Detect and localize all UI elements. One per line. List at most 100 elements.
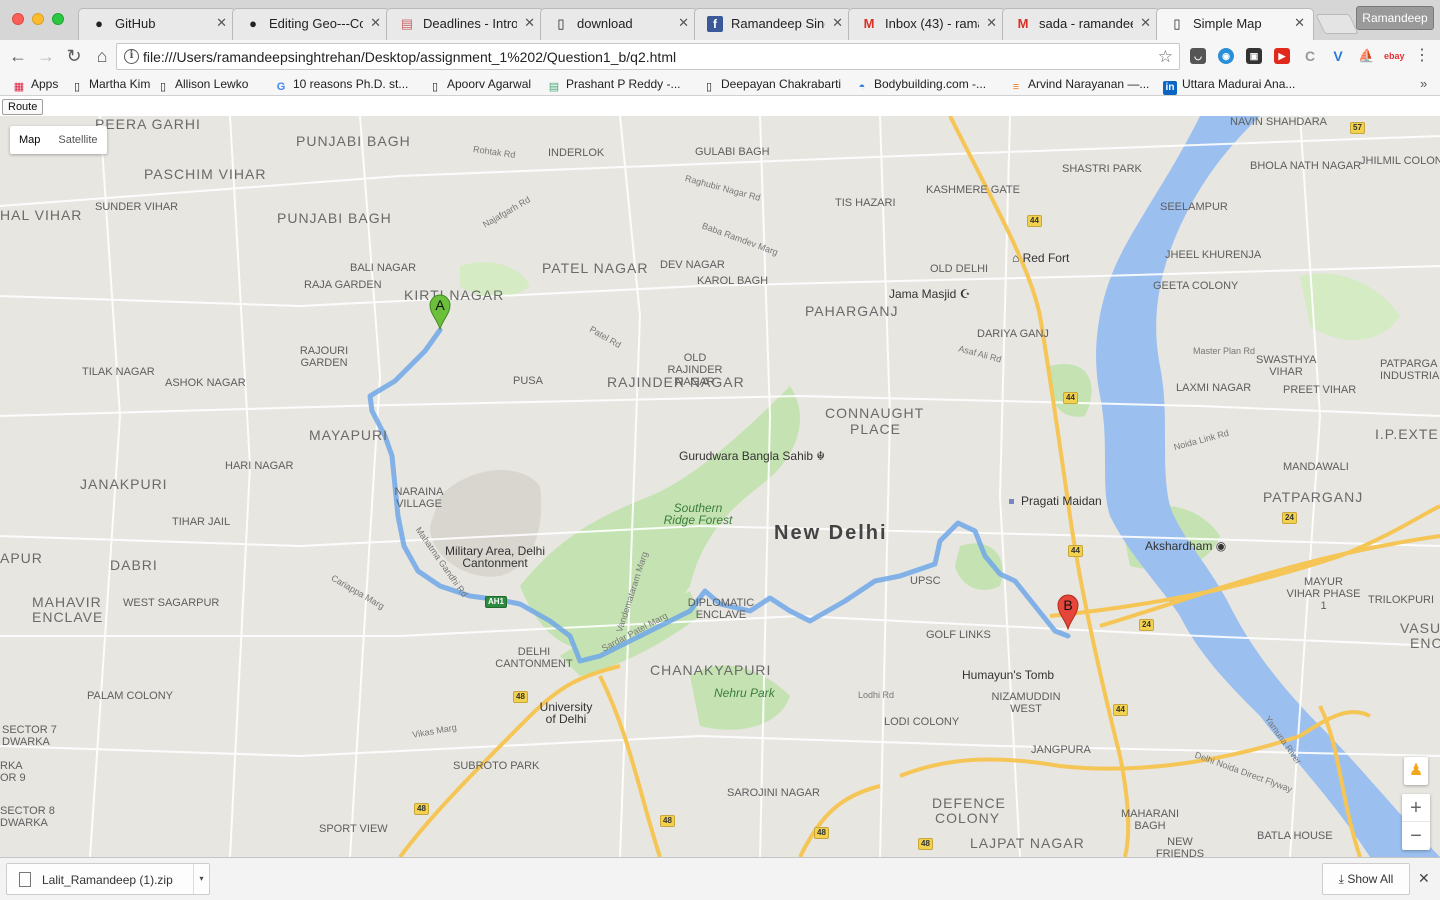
highway-shield: 44 [1113,704,1128,716]
poi-red-fort[interactable]: ⌂ Red Fort [1012,252,1069,264]
zoom-control: + − [1402,794,1430,850]
area-label: OLD DELHI [930,263,989,275]
new-tab-button[interactable] [1315,14,1359,34]
tab-editing-geo[interactable]: ● Editing Geo---Co ✕ [232,8,390,40]
ebay-icon[interactable]: ebay [1384,48,1405,64]
area-label: RAJA GARDEN [304,279,382,291]
extension-v-icon[interactable]: V [1330,48,1346,64]
bookmark-bodybuilding[interactable]: ◓ Bodybuilding.com -... [855,76,986,93]
bookmark-star-icon[interactable]: ☆ [1158,47,1173,67]
area-label: GOLF LINKS [926,629,991,641]
bookmark-prashant[interactable]: ▤ Prashant P Reddy -... [547,76,681,93]
poi-jama-masjid[interactable]: Jama Masjid ☪ [889,288,970,300]
forward-button[interactable]: → [34,44,58,68]
bookmark-apoorv[interactable]: ▯ Apoorv Agarwal [428,76,531,93]
area-label: JHILMIL COLON [1360,155,1440,167]
pocket-icon[interactable]: ◡ [1190,48,1206,64]
tab-sada[interactable]: M sada - ramandeep ✕ [1002,8,1160,40]
park-label: Nehru Park [714,686,775,700]
route-end-marker[interactable]: B [1057,594,1079,631]
url-input[interactable] [143,47,1143,67]
address-bar[interactable]: i ☆ [116,43,1180,70]
profile-button[interactable]: Ramandeep [1356,6,1434,30]
area-label: LAXMI NAGAR [1176,382,1252,394]
area-label: PLACE [850,421,901,437]
download-item[interactable]: Lalit_Ramandeep (1).zip ▾ [6,863,210,895]
tab-title: Deadlines - Introd [423,16,517,31]
maximize-window-button[interactable] [52,13,64,25]
home-button[interactable]: ⌂ [90,44,114,68]
show-all-downloads-button[interactable]: ⤓ Show All [1322,863,1410,895]
poi-gurudwara[interactable]: Gurudwara Bangla Sahib ☬ [679,450,825,462]
poi-humayuns-tomb[interactable]: Humayun's Tomb [962,669,1054,681]
bookmark-apps[interactable]: ▦ Apps [12,76,59,93]
bookmark-martha-kim[interactable]: ▯ Martha Kim [70,76,150,93]
extension-video-icon[interactable]: ▶ [1274,48,1290,64]
poi-pragati-maidan[interactable]: Pragati Maidan [1021,495,1102,507]
street-view-pegman-icon[interactable]: ♟ [1404,757,1428,785]
close-icon[interactable]: ✕ [1294,15,1305,31]
extension-camera-icon[interactable]: ▣ [1246,48,1262,64]
extension-refresh-icon[interactable]: C [1302,48,1318,64]
poi-akshardham[interactable]: Akshardham ◉ [1145,540,1226,552]
back-button[interactable]: ← [6,44,30,68]
gmail-icon: M [1017,16,1029,31]
download-arrow-icon: ⤓ [1338,872,1344,886]
area-label: HARI NAGAR [225,460,294,472]
tab-facebook[interactable]: f Ramandeep Singh ✕ [694,8,852,40]
close-icon[interactable]: ✕ [370,15,381,31]
tab-inbox[interactable]: M Inbox (43) - rama ✕ [848,8,1006,40]
poi-label: Jama Masjid [889,287,957,301]
poi-military-area[interactable]: Military Area, Delhi Cantonment [440,545,550,569]
menu-icon[interactable]: ⋮ [1414,46,1430,66]
info-icon[interactable]: i [124,49,139,64]
extension-boat-icon[interactable]: ⛵ [1358,48,1374,64]
area-label: OLD RAJINDER NAGAR [667,352,723,388]
tab-simple-map[interactable]: ▯ Simple Map ✕ [1156,8,1314,41]
map-type-map-button[interactable]: Map [10,126,49,154]
bookmark-allison-lewko[interactable]: ▯ Allison Lewko [156,76,248,93]
close-icon[interactable]: ✕ [986,15,997,31]
bookmark-arvind[interactable]: ≡ Arvind Narayanan —... [1009,76,1150,93]
reload-button[interactable]: ↻ [62,44,86,68]
zoom-in-button[interactable]: + [1402,794,1430,822]
area-label: SAROJINI NAGAR [727,787,820,799]
area-label: PUNJABI BAGH [277,210,392,226]
area-label: JANGPURA [1031,744,1091,756]
tab-strip: ● GitHub ✕ ● Editing Geo---Co ✕ ▤ Deadli… [0,0,1440,41]
close-icon[interactable]: ✕ [832,15,843,31]
tab-title: download [577,16,633,31]
map-type-satellite-button[interactable]: Satellite [49,126,106,154]
close-icon[interactable]: ✕ [1418,870,1430,887]
route-start-marker[interactable]: A [429,294,451,331]
area-label: MAYAPURI [309,427,389,443]
bookmark-10-reasons[interactable]: G 10 reasons Ph.D. st... [274,76,409,93]
bookmark-label: Arvind Narayanan —... [1028,77,1150,91]
close-icon[interactable]: ✕ [216,15,227,31]
tab-deadlines[interactable]: ▤ Deadlines - Introd ✕ [386,8,544,40]
tab-download[interactable]: ▯ download ✕ [540,8,698,40]
extension-globe-icon[interactable]: ◉ [1218,48,1234,64]
minimize-window-button[interactable] [32,13,44,25]
close-window-button[interactable] [12,13,24,25]
browser-toolbar: ← → ↻ ⌂ i ☆ ◡ ◉ ▣ ▶ C V ⛵ ebay ⋮ [0,40,1440,72]
area-label: TIS HAZARI [835,197,896,209]
close-icon[interactable]: ✕ [524,15,535,31]
poi-university-of-delhi[interactable]: University of Delhi [536,701,596,725]
map-canvas[interactable]: PEERA GARHI PUNJABI BAGH PASCHIM VIHAR H… [0,116,1440,857]
highway-shield: 44 [1027,215,1042,227]
close-icon[interactable]: ✕ [1140,15,1151,31]
tab-github[interactable]: ● GitHub ✕ [78,8,236,40]
bookmarks-overflow-chevron-icon[interactable]: » [1420,76,1427,91]
bookmark-uttara[interactable]: in Uttara Madurai Ana... [1163,76,1295,95]
area-label: GEETA COLONY [1153,280,1239,292]
chevron-down-icon[interactable]: ▾ [193,864,209,894]
area-label: SECTOR 8 DWARKA [0,805,55,829]
city-label: New Delhi [774,522,888,544]
route-button[interactable]: Route [2,99,44,115]
area-label: PUNJABI BAGH [296,133,411,149]
close-icon[interactable]: ✕ [678,15,689,31]
zoom-out-button[interactable]: − [1402,822,1430,850]
area-label: CHANAKYAPURI [650,662,772,678]
bookmark-deepayan[interactable]: ▯ Deepayan Chakrabarti [702,76,841,93]
